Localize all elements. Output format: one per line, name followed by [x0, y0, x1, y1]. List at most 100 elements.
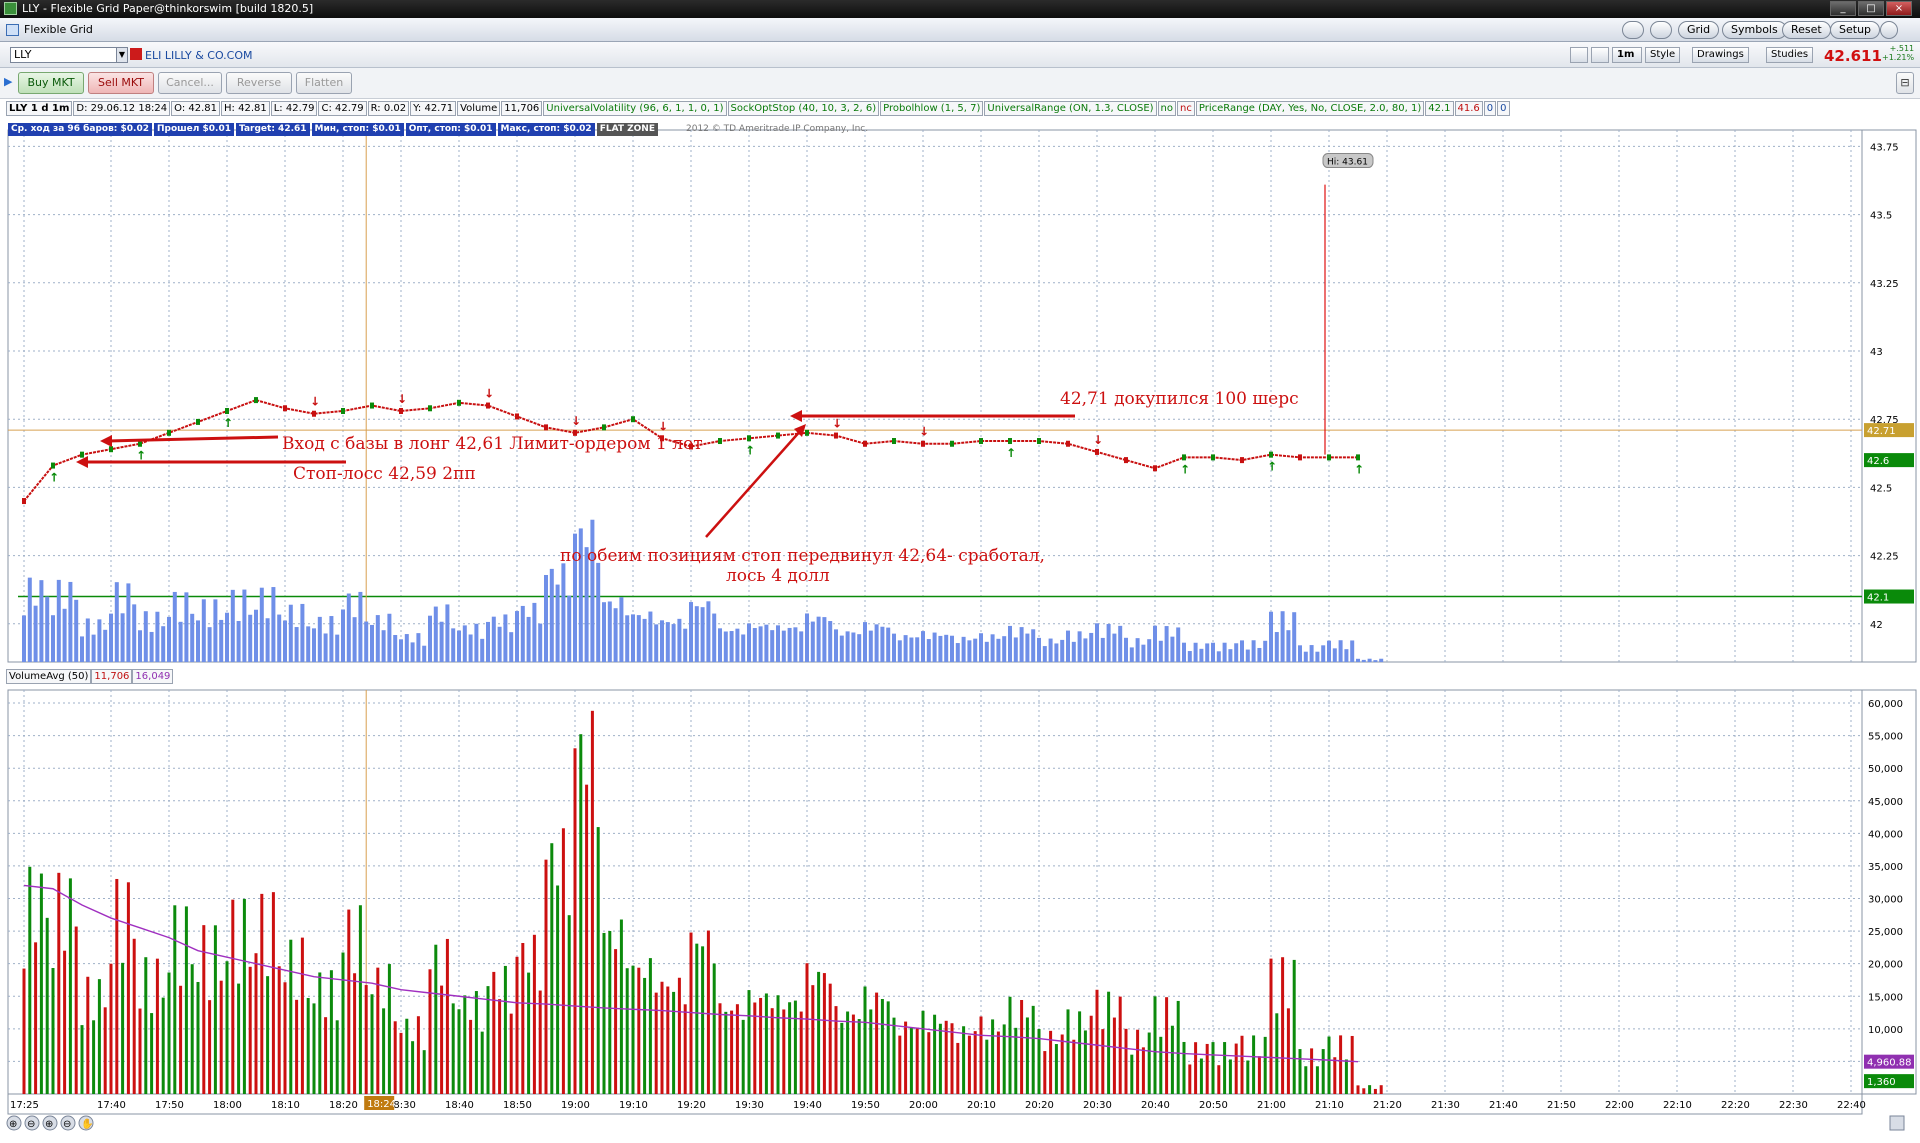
timeframe-button[interactable]: 1m [1612, 47, 1642, 63]
price-pane-volume-bar [590, 519, 595, 662]
maximize-panel-icon[interactable] [1880, 21, 1898, 39]
price-pane-volume-bar [1356, 658, 1360, 662]
volume-bar [190, 964, 194, 1094]
help-icon[interactable] [1622, 21, 1644, 39]
price-pane-volume-bar [903, 635, 908, 662]
buy-mkt-button[interactable]: Buy MKT [18, 72, 84, 94]
price-candle [1298, 454, 1302, 461]
price-pane-volume-bar [845, 631, 850, 662]
collapse-arrow-icon[interactable]: ▶ [4, 72, 12, 94]
volume-bar [358, 905, 362, 1094]
volume-bar [1060, 1034, 1064, 1094]
price-pane-volume-bar [1019, 627, 1024, 662]
reset-button[interactable]: Reset [1782, 21, 1831, 39]
volume-bar [393, 1021, 397, 1094]
volume-bar [370, 994, 374, 1094]
price-pane-volume-bar [973, 638, 978, 662]
price-pane-volume-bar [770, 630, 775, 662]
price-pane-volume-bar [213, 599, 218, 662]
grid-button[interactable]: Grid [1678, 21, 1720, 39]
volume-bar [724, 1011, 728, 1094]
symbol-bar: LLY ▼ ELI LILLY & CO.COM 1m Style Drawin… [0, 42, 1920, 68]
price-pane-volume-bar [178, 621, 183, 662]
chart-svg[interactable]: 17:25 17:40 17:50 18:00 18:10 18:20 18:30 18:40… [0, 99, 1920, 1140]
price-pane-volume-bar [787, 627, 792, 662]
volume-bar [405, 1018, 409, 1094]
legend-sockoptstop[interactable]: SockOptStop (40, 10, 3, 2, 6) [727, 101, 880, 116]
volume-bar [1194, 1042, 1198, 1094]
price-candle [1182, 454, 1186, 461]
price-candle [1356, 454, 1360, 461]
volume-bar [1339, 1035, 1343, 1094]
maximize-button[interactable]: □ [1858, 1, 1884, 16]
lock-icon[interactable] [1650, 21, 1672, 39]
symbols-button[interactable]: Symbols [1722, 21, 1787, 39]
annotation-stop: Стоп-лосс 42,59 2пп [293, 464, 476, 484]
volume-bar [51, 968, 55, 1094]
drawings-button[interactable]: Drawings [1692, 47, 1749, 63]
stat-passed: Прошел $0.01 [153, 123, 234, 136]
price-pane-volume-bar [1269, 611, 1273, 662]
volume-bar [353, 973, 357, 1094]
volume-bar [538, 990, 542, 1094]
flatten-button[interactable]: Flatten [296, 72, 352, 94]
price-pane-volume-bar [201, 599, 206, 662]
price-pane-volume-bar [1176, 627, 1181, 662]
zoom-control-glyph: ⊖ [63, 1119, 71, 1130]
volume-bar [1176, 1000, 1180, 1094]
setup-button[interactable]: Setup [1830, 21, 1881, 39]
flexible-grid-tab[interactable]: Flexible Grid [4, 22, 97, 38]
volume-bar [1159, 1036, 1163, 1094]
volume-bar [411, 1041, 415, 1094]
stat-min-stop: Мин, стоп: $0.01 [311, 123, 404, 136]
price-pane-volume-bar [1373, 660, 1378, 662]
price-pane-volume-bar [138, 630, 142, 662]
price-pane-volume-bar [480, 638, 485, 662]
close-button[interactable]: × [1886, 1, 1912, 16]
order-settings-icon[interactable]: ⊟ [1896, 72, 1914, 94]
legend-universal-range[interactable]: UniversalRange (ON, 1.3, CLOSE) [984, 101, 1157, 116]
reverse-button[interactable]: Reverse [226, 72, 292, 94]
cancel-button[interactable]: Cancel... [158, 72, 222, 94]
price-pane-volume-bar [990, 634, 995, 662]
price-pane-volume-bar [892, 633, 896, 662]
pan-control-icon[interactable] [1889, 1115, 1905, 1131]
style-button[interactable]: Style [1645, 47, 1681, 63]
volume-avg-name[interactable]: VolumeAvg (50) [6, 669, 92, 684]
price-pane-volume-bar [1147, 639, 1152, 662]
symbol-input[interactable]: LLY [10, 47, 126, 63]
volume-bar [1368, 1085, 1372, 1094]
volume-bar [144, 957, 148, 1094]
symbol-dropdown-icon[interactable]: ▼ [116, 47, 128, 63]
legend-universal-volatility[interactable]: UniversalVolatility (96, 6, 1, 1, 0, 1) [543, 101, 727, 116]
price-pane-volume-bar [1048, 638, 1053, 662]
time-tick-label: 19:20 [677, 1100, 706, 1111]
volume-bar [973, 1031, 977, 1094]
volume-bar [1234, 1043, 1238, 1094]
volume-bar [590, 710, 594, 1094]
price-candle [1037, 438, 1041, 445]
price-pane[interactable] [7, 129, 1863, 663]
sell-mkt-button[interactable]: Sell MKT [88, 72, 154, 94]
time-tick-label: 19:10 [619, 1100, 648, 1111]
legend-price-range[interactable]: PriceRange (DAY, Yes, No, CLOSE, 2.0, 80… [1195, 101, 1425, 116]
price-candle [1240, 457, 1244, 464]
legend-probolhlow[interactable]: Probolhlow (1, 5, 7) [880, 101, 984, 116]
volume-bar [643, 977, 647, 1094]
crosshair-icon[interactable] [1570, 47, 1588, 63]
price-pane-volume-bar [230, 589, 235, 662]
zoom-icon[interactable] [1591, 47, 1609, 63]
price-pane-volume-bar [474, 623, 479, 662]
chart-area[interactable]: 17:25 17:40 17:50 18:00 18:10 18:20 18:30 18:40… [0, 99, 1920, 1140]
marker-volume: 1,360 [1867, 1077, 1896, 1088]
volume-bar [1136, 1029, 1140, 1094]
price-pane-volume-bar [56, 579, 61, 662]
time-tick-label: 17:40 [97, 1100, 126, 1111]
price-candle [602, 424, 606, 431]
marker-42-71: 42.71 [1867, 426, 1896, 437]
price-candle [631, 416, 635, 423]
minimize-button[interactable]: _ [1830, 1, 1856, 16]
price-pane-volume-bar [1182, 642, 1186, 662]
price-pane-volume-bar [451, 628, 456, 662]
studies-button[interactable]: Studies [1766, 47, 1814, 63]
